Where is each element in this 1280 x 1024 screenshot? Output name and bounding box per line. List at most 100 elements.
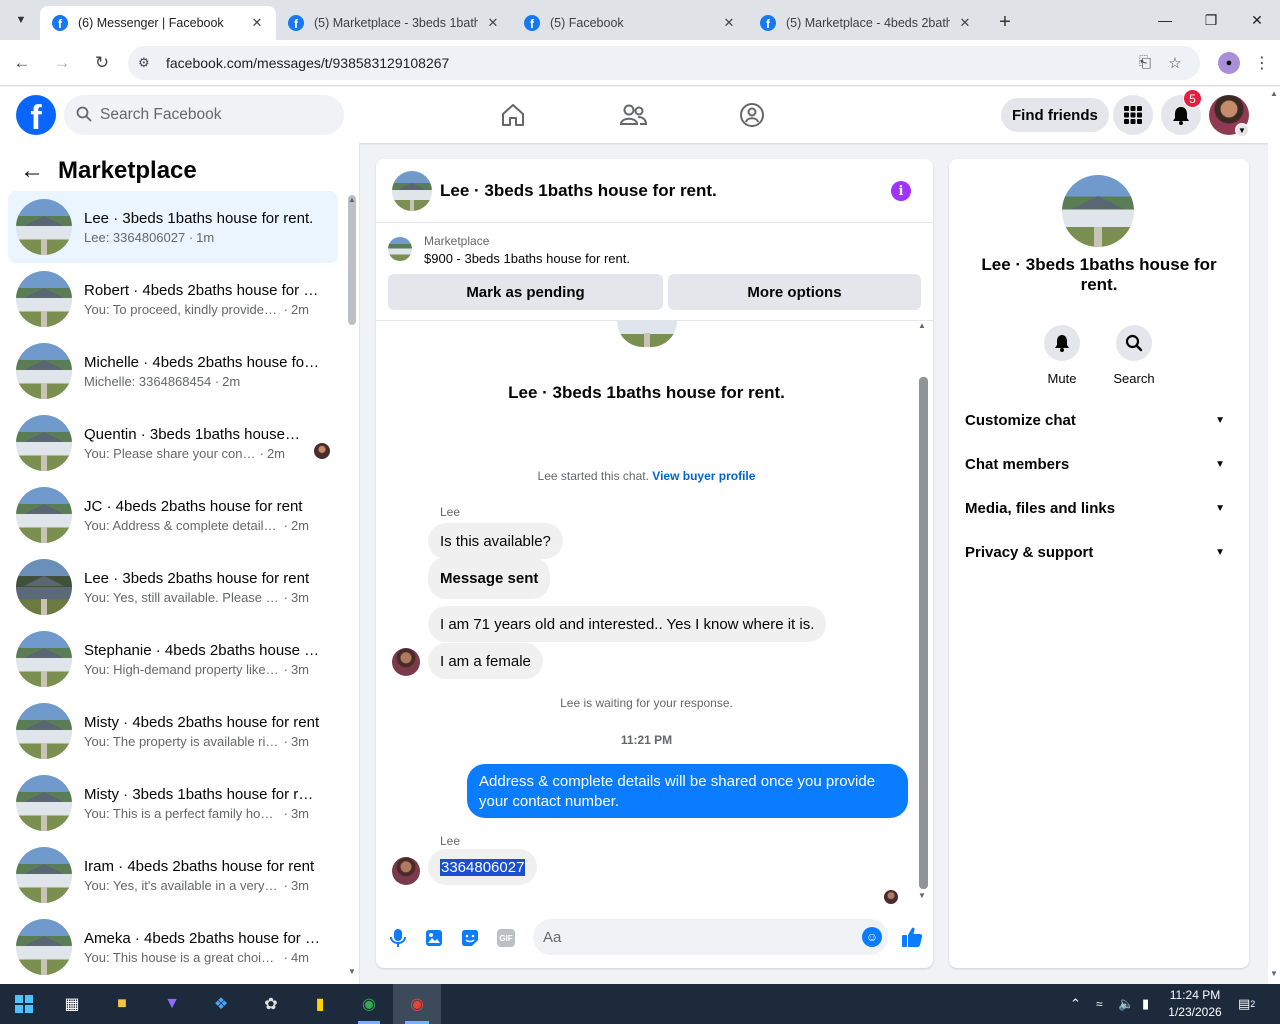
restore-icon[interactable]: ❐ — [1188, 0, 1234, 40]
tab-search-chevron-icon[interactable]: ▼ — [6, 5, 36, 35]
message-input-box[interactable]: ☺ — [533, 919, 888, 955]
close-tab-icon[interactable]: ✕ — [956, 14, 974, 32]
mute-button[interactable]: Mute — [1032, 325, 1092, 386]
menu-grid-icon[interactable] — [1113, 95, 1153, 135]
incoming-message-phone[interactable]: 3364806027 — [428, 849, 538, 885]
conversation-info-icon[interactable]: i — [891, 181, 911, 201]
url-text[interactable]: facebook.com/messages/t/938583129108267 — [166, 55, 1130, 71]
volume-icon[interactable]: 🔈 — [1118, 984, 1134, 1024]
new-tab-plus-icon[interactable]: + — [990, 7, 1020, 37]
sender-avatar[interactable] — [392, 857, 420, 885]
close-tab-icon[interactable]: ✕ — [720, 14, 738, 32]
network-icon[interactable]: ≈ — [1096, 984, 1103, 1024]
scroll-down-arrow-icon[interactable]: ▼ — [918, 891, 926, 900]
browser-menu-icon[interactable]: ⋮ — [1254, 53, 1270, 73]
selected-phone-number[interactable]: 3364806027 — [440, 858, 526, 876]
address-bar[interactable]: ⚙ facebook.com/messages/t/93858312910826… — [128, 45, 1200, 80]
notification-center-icon[interactable]: ▤ 2 — [1238, 984, 1255, 1024]
incoming-message[interactable]: Is this available? — [428, 523, 563, 559]
emoji-icon[interactable]: ☺ — [862, 927, 882, 947]
conversation-item[interactable]: Quentin · 3beds 1baths house for rent. Y… — [8, 407, 338, 479]
message-input[interactable] — [543, 928, 843, 946]
conversation-item[interactable]: Misty · 4beds 2baths house for rent You:… — [8, 695, 338, 767]
microphone-icon[interactable] — [388, 928, 408, 948]
photo-icon[interactable] — [424, 928, 444, 948]
task-view-icon[interactable]: ▦ — [58, 990, 86, 1018]
browser-tab-facebook[interactable]: f (5) Facebook ✕ — [512, 6, 748, 40]
view-buyer-profile-link[interactable]: View buyer profile — [652, 469, 755, 483]
facebook-search[interactable] — [64, 95, 344, 135]
scroll-down-arrow-icon[interactable]: ▼ — [348, 967, 356, 976]
listing-thumbnail[interactable] — [388, 237, 412, 261]
mark-as-pending-button[interactable]: Mark as pending — [388, 274, 663, 310]
sender-avatar[interactable] — [392, 648, 420, 676]
conversation-item[interactable]: Ameka · 4beds 2baths house for rent You:… — [8, 911, 338, 983]
thumbs-up-like-icon[interactable] — [900, 926, 924, 948]
facebook-logo-icon[interactable]: f — [16, 95, 56, 135]
close-tab-icon[interactable]: ✕ — [248, 14, 266, 32]
back-arrow-icon[interactable]: ← — [20, 157, 44, 185]
conversation-item[interactable]: Lee · 3beds 1baths house for rent. Lee: … — [8, 191, 338, 263]
incoming-message[interactable]: Message sent — [428, 557, 551, 599]
search-input[interactable] — [100, 106, 320, 124]
file-explorer-icon[interactable]: ■ — [108, 990, 136, 1018]
browser-tab-marketplace-3beds[interactable]: f (5) Marketplace - 3beds 1baths house f… — [276, 6, 512, 40]
conversation-item[interactable]: Iram · 4beds 2baths house for rent You: … — [8, 839, 338, 911]
browser-tab-messenger[interactable]: f (6) Messenger | Facebook ✕ — [40, 6, 276, 40]
install-app-icon[interactable]: ⎗ — [1130, 54, 1160, 71]
incoming-message[interactable]: I am 71 years old and interested.. Yes I… — [428, 606, 827, 642]
chrome-profile-2-icon[interactable]: ◉ — [403, 990, 431, 1018]
home-icon[interactable] — [493, 95, 533, 135]
conversation-item[interactable]: Misty · 3beds 1baths house for rent. You… — [8, 767, 338, 839]
page-scrollbar[interactable]: ▲ ▼ — [1268, 87, 1280, 984]
chrome-profile-1-icon[interactable]: ◉ — [355, 990, 383, 1018]
show-hidden-icons-chevron-up-icon[interactable]: ⌃ — [1070, 984, 1081, 1024]
listing-price[interactable]: $900 - 3beds 1baths house for rent. — [424, 251, 630, 266]
taskbar-clock[interactable]: 11:24 PM 1/23/2026 — [1160, 987, 1230, 1021]
windows-start-icon[interactable] — [10, 990, 38, 1018]
window-close-icon[interactable]: ✕ — [1234, 0, 1280, 40]
search-in-chat-button[interactable]: Search — [1104, 325, 1164, 386]
find-friends-button[interactable]: Find friends — [1001, 98, 1109, 132]
media-files-links-section[interactable]: Media, files and links ▼ — [965, 486, 1233, 530]
browser-profile-icon[interactable]: ● — [1218, 51, 1240, 74]
sticker-icon[interactable] — [460, 928, 480, 948]
chat-title[interactable]: Lee · 3beds 1baths house for rent. — [440, 181, 717, 201]
friends-icon[interactable] — [613, 95, 653, 135]
privacy-support-section[interactable]: Privacy & support ▼ — [965, 530, 1233, 574]
groups-icon[interactable] — [732, 95, 772, 135]
scroll-up-arrow-icon[interactable]: ▲ — [1270, 89, 1278, 98]
reload-icon[interactable]: ↻ — [84, 45, 120, 81]
browser-tab-marketplace-4beds[interactable]: f (5) Marketplace - 4beds 2baths house f… — [748, 6, 984, 40]
site-settings-icon[interactable]: ⚙ — [138, 55, 158, 71]
sticky-notes-icon[interactable]: ▮ — [306, 990, 334, 1018]
scroll-up-arrow-icon[interactable]: ▲ — [918, 321, 926, 330]
gif-icon[interactable]: GIF — [496, 928, 516, 948]
conversation-item[interactable]: Michelle · 4beds 2baths house for rent M… — [8, 335, 338, 407]
more-options-button[interactable]: More options — [668, 274, 921, 310]
copilot-icon[interactable]: ❖ — [207, 990, 235, 1018]
minimize-icon[interactable]: — — [1142, 0, 1188, 40]
close-tab-icon[interactable]: ✕ — [484, 14, 502, 32]
chat-scrollbar-thumb[interactable] — [919, 377, 928, 889]
scroll-up-arrow-icon[interactable]: ▲ — [348, 195, 356, 204]
sidebar-scrollbar-thumb[interactable] — [348, 195, 356, 325]
chat-members-section[interactable]: Chat members ▼ — [965, 442, 1233, 486]
conversation-item[interactable]: JC · 4beds 2baths house for rent You: Ad… — [8, 479, 338, 551]
paint-icon[interactable]: ✿ — [257, 990, 285, 1018]
forward-arrow-icon[interactable]: → — [44, 45, 80, 81]
scroll-down-arrow-icon[interactable]: ▼ — [1270, 969, 1278, 978]
notifications-bell-icon[interactable]: 5 — [1161, 89, 1202, 135]
back-arrow-icon[interactable]: ← — [4, 45, 40, 81]
conversation-item[interactable]: Robert · 4beds 2baths house for rent You… — [8, 263, 338, 335]
bookmark-star-icon[interactable]: ☆ — [1160, 54, 1190, 72]
chat-avatar[interactable] — [392, 170, 432, 211]
outgoing-message[interactable]: Address & complete details will be share… — [467, 764, 908, 818]
customize-chat-section[interactable]: Customize chat ▼ — [965, 398, 1233, 442]
listing-avatar[interactable] — [1062, 175, 1134, 247]
incoming-message[interactable]: I am a female — [428, 643, 543, 679]
vpn-app-icon[interactable]: ▼ — [158, 990, 186, 1018]
account-chevron-down-icon[interactable]: ▼ — [1235, 123, 1249, 137]
battery-icon[interactable]: ▮ — [1142, 984, 1149, 1024]
conversation-item[interactable]: Lee · 3beds 2baths house for rent You: Y… — [8, 551, 338, 623]
